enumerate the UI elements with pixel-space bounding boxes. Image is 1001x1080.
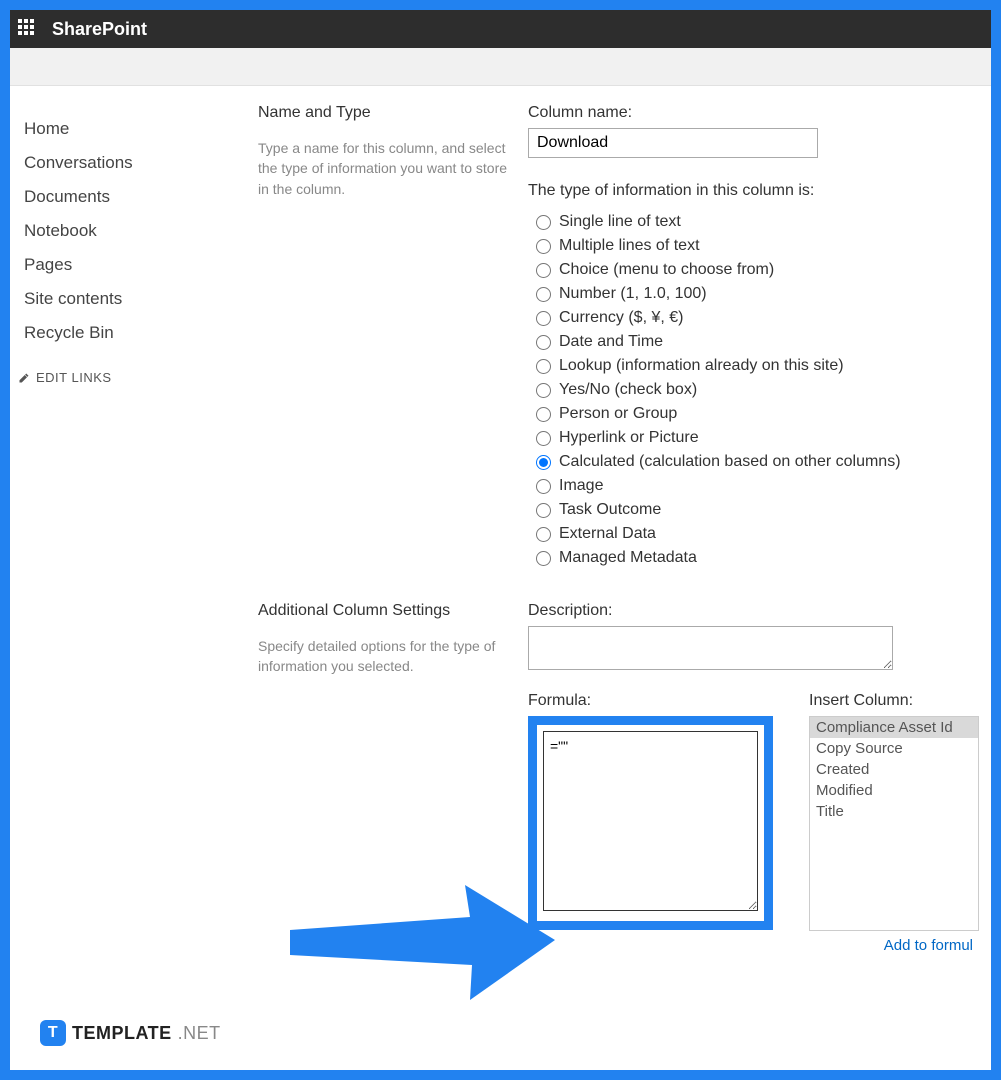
column-type-radio[interactable] [536,455,551,470]
insert-column-option[interactable]: Title [810,801,978,822]
watermark-badge-icon: T [40,1020,66,1046]
column-type-radio[interactable] [536,407,551,422]
additional-help: Specify detailed options for the type of… [258,636,508,677]
additional-heading: Additional Column Settings [258,602,508,620]
sidebar-item-documents[interactable]: Documents [18,180,258,214]
column-type-radio[interactable] [536,311,551,326]
column-type-option[interactable]: Image [536,474,979,498]
column-type-option[interactable]: Currency ($, ¥, €) [536,306,979,330]
insert-column-listbox[interactable]: Compliance Asset IdCopy SourceCreatedMod… [809,716,979,931]
column-name-input[interactable] [528,128,818,158]
column-type-option[interactable]: Single line of text [536,210,979,234]
watermark: T TEMPLATE .NET [40,1020,221,1046]
column-type-radio[interactable] [536,359,551,374]
column-type-option[interactable]: Person or Group [536,402,979,426]
column-type-radio[interactable] [536,335,551,350]
column-type-label: Number (1, 1.0, 100) [559,285,707,303]
column-type-option[interactable]: Managed Metadata [536,546,979,570]
column-type-label: Lookup (information already on this site… [559,357,844,375]
description-textarea[interactable] [528,626,893,670]
formula-label: Formula: [528,692,773,710]
sidebar-item-home[interactable]: Home [18,112,258,146]
column-type-radio[interactable] [536,263,551,278]
top-bar: SharePoint [10,10,991,48]
column-type-label: Single line of text [559,213,681,231]
watermark-net: .NET [178,1023,221,1044]
column-type-radio[interactable] [536,431,551,446]
sidebar-item-site-contents[interactable]: Site contents [18,282,258,316]
column-type-label: Currency ($, ¥, €) [559,309,683,327]
sidebar-nav: Home Conversations Documents Notebook Pa… [18,104,258,1070]
watermark-brand: TEMPLATE [72,1023,172,1044]
column-type-label: Choice (menu to choose from) [559,261,774,279]
section-name-type: Name and Type Type a name for this colum… [258,104,979,570]
column-type-option[interactable]: Date and Time [536,330,979,354]
description-label: Description: [528,602,979,620]
type-prompt: The type of information in this column i… [528,182,979,200]
column-type-radio[interactable] [536,239,551,254]
column-type-option[interactable]: Calculated (calculation based on other c… [536,450,979,474]
name-type-help: Type a name for this column, and select … [258,138,508,199]
column-type-radio[interactable] [536,527,551,542]
column-type-label: Managed Metadata [559,549,697,567]
formula-highlight-box: ="" [528,716,773,930]
insert-column-label: Insert Column: [809,692,979,710]
column-type-label: Person or Group [559,405,677,423]
column-type-radio[interactable] [536,503,551,518]
insert-column-option[interactable]: Modified [810,780,978,801]
column-type-option[interactable]: Hyperlink or Picture [536,426,979,450]
edit-links-button[interactable]: EDIT LINKS [18,370,258,385]
column-type-option[interactable]: Task Outcome [536,498,979,522]
column-type-option[interactable]: Lookup (information already on this site… [536,354,979,378]
column-type-option[interactable]: Number (1, 1.0, 100) [536,282,979,306]
sidebar-item-notebook[interactable]: Notebook [18,214,258,248]
sidebar-item-pages[interactable]: Pages [18,248,258,282]
insert-column-option[interactable]: Created [810,759,978,780]
column-type-label: Date and Time [559,333,663,351]
brand-title: SharePoint [52,19,147,40]
pencil-icon [18,372,30,384]
column-type-radio[interactable] [536,479,551,494]
column-type-option[interactable]: External Data [536,522,979,546]
section-additional: Additional Column Settings Specify detai… [258,602,979,954]
column-type-option[interactable]: Yes/No (check box) [536,378,979,402]
formula-textarea[interactable]: ="" [543,731,758,911]
column-type-radio[interactable] [536,287,551,302]
sidebar-item-recycle-bin[interactable]: Recycle Bin [18,316,258,350]
ribbon-bar [10,48,991,86]
column-type-label: External Data [559,525,656,543]
column-type-radio[interactable] [536,383,551,398]
column-type-radio[interactable] [536,215,551,230]
insert-column-option[interactable]: Copy Source [810,738,978,759]
column-type-radio-group: Single line of text Multiple lines of tex… [528,210,979,570]
column-type-label: Calculated (calculation based on other c… [559,453,901,471]
app-launcher-icon[interactable] [18,19,38,39]
edit-links-label: EDIT LINKS [36,370,112,385]
add-to-formula-link[interactable]: Add to formul [884,937,973,954]
column-type-radio[interactable] [536,551,551,566]
insert-column-option[interactable]: Compliance Asset Id [810,717,978,738]
column-name-label: Column name: [528,104,979,122]
column-type-label: Multiple lines of text [559,237,700,255]
column-type-option[interactable]: Multiple lines of text [536,234,979,258]
column-type-label: Task Outcome [559,501,661,519]
column-type-label: Image [559,477,603,495]
column-type-label: Hyperlink or Picture [559,429,699,447]
column-type-option[interactable]: Choice (menu to choose from) [536,258,979,282]
sidebar-item-conversations[interactable]: Conversations [18,146,258,180]
column-type-label: Yes/No (check box) [559,381,697,399]
name-type-heading: Name and Type [258,104,508,122]
